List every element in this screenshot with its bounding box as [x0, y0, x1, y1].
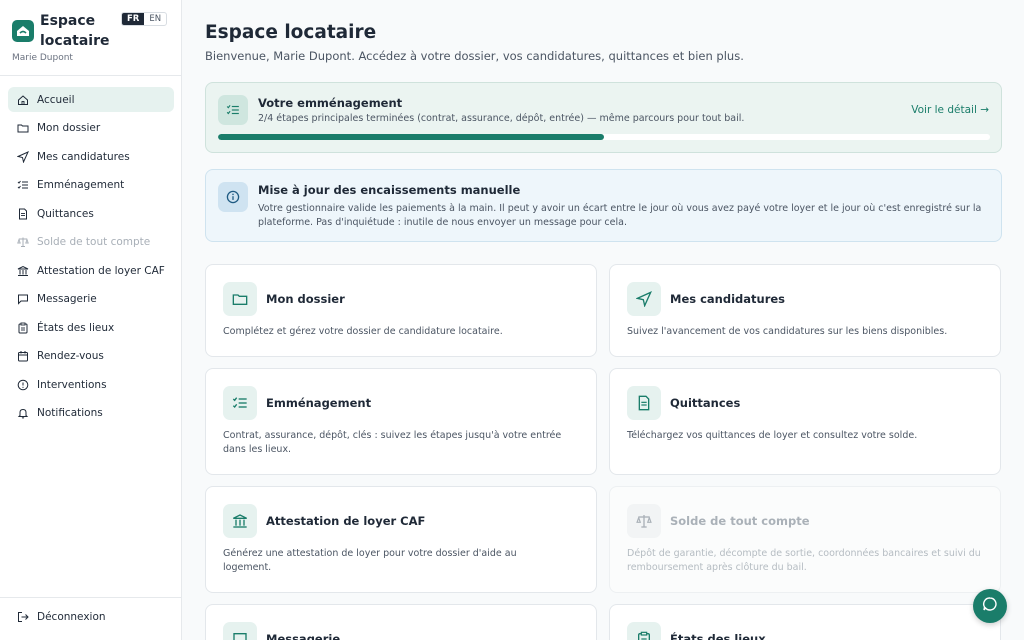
logout-button[interactable]: Déconnexion	[17, 611, 106, 623]
message-icon	[223, 622, 257, 640]
clipboard-icon	[627, 622, 661, 640]
tile-title: Solde de tout compte	[670, 514, 810, 528]
tile-attestation-caf[interactable]: Attestation de loyer CAF Générez une att…	[205, 486, 597, 593]
chat-bubble-icon	[982, 596, 998, 616]
user-name: Marie Dupont	[12, 53, 73, 63]
tile-description: Générez une attestation de loyer pour vo…	[223, 548, 517, 573]
send-icon	[17, 150, 29, 163]
sidebar-item-label: Attestation de loyer CAF	[37, 264, 165, 277]
tile-description: Dépôt de garantie, décompte de sortie, c…	[627, 548, 981, 573]
scale-icon	[627, 504, 661, 538]
sidebar-item-solde-de-tout-compte: Solde de tout compte	[8, 230, 174, 255]
sidebar-item-label: Solde de tout compte	[37, 236, 151, 248]
tile-title: Mes candidatures	[670, 292, 786, 306]
tile-mes-candidatures[interactable]: Mes candidatures Suivez l'avancement de …	[609, 264, 1001, 357]
logout-label: Déconnexion	[37, 611, 106, 623]
sidebar-item-label: Quittances	[37, 207, 94, 220]
sidebar-item-label: États des lieux	[37, 321, 115, 334]
tile-title: Messagerie	[266, 632, 341, 640]
tile-description: Complétez et gérez votre dossier de cand…	[223, 326, 503, 337]
tile-quittances[interactable]: Quittances Téléchargez vos quittances de…	[609, 368, 1001, 475]
moving-progress-card: Votre emménagement 2/4 étapes principale…	[205, 82, 1002, 153]
info-description: Votre gestionnaire valide les paiements …	[258, 203, 982, 228]
tile-emmenagement[interactable]: Emménagement Contrat, assurance, dépôt, …	[205, 368, 597, 475]
progress-description: 2/4 étapes principales terminées (contra…	[258, 113, 745, 124]
app-logo-icon	[12, 20, 34, 42]
folder-icon	[223, 282, 257, 316]
sidebar-item-label: Messagerie	[37, 293, 97, 305]
sidebar-item-label: Rendez-vous	[37, 350, 104, 362]
chat-button[interactable]	[973, 589, 1007, 623]
clipboard-icon	[17, 322, 29, 334]
checklist-icon	[218, 95, 248, 125]
home-icon	[17, 94, 29, 106]
document-icon	[627, 386, 661, 420]
tile-title: Attestation de loyer CAF	[266, 514, 426, 528]
payment-info-banner: Mise à jour des encaissements manuelle V…	[205, 169, 1002, 242]
lang-en-button[interactable]: EN	[144, 13, 166, 25]
view-details-link[interactable]: Voir le détail →	[911, 104, 989, 116]
tile-solde-de-tout-compte: Solde de tout compte Dépôt de garantie, …	[609, 486, 1001, 593]
tile-description: Contrat, assurance, dépôt, clés : suivez…	[223, 430, 562, 455]
sidebar-item-attestation-caf[interactable]: Attestation de loyer CAF	[8, 258, 174, 283]
page-subtitle: Bienvenue, Marie Dupont. Accédez à votre…	[205, 49, 744, 63]
scale-icon	[17, 236, 29, 248]
bell-icon	[17, 407, 29, 419]
sidebar-item-interventions[interactable]: Interventions	[8, 372, 174, 397]
document-icon	[17, 208, 29, 220]
info-title: Mise à jour des encaissements manuelle	[258, 183, 521, 197]
sidebar-nav: Accueil Mon dossier Mes candidatures Emm…	[8, 87, 174, 429]
app-name: Espace locataire	[40, 13, 110, 49]
progress-title: Votre emménagement	[258, 96, 403, 110]
tile-description: Téléchargez vos quittances de loyer et c…	[627, 430, 918, 441]
page-title: Espace locataire	[205, 22, 377, 43]
language-switcher: FR EN	[121, 12, 168, 26]
sidebar-item-etats-des-lieux[interactable]: États des lieux	[8, 315, 174, 340]
logout-icon	[17, 611, 29, 623]
main-content: Espace locataire Bienvenue, Marie Dupont…	[205, 0, 1002, 640]
sidebar-item-label: Mon dossier	[37, 122, 101, 134]
sidebar: Espace locataire Marie Dupont FR EN Accu…	[0, 0, 182, 640]
tile-title: Mon dossier	[266, 292, 345, 306]
tile-messagerie[interactable]: Messagerie	[205, 604, 597, 640]
send-icon	[627, 282, 661, 316]
calendar-icon	[17, 350, 29, 362]
bank-icon	[223, 504, 257, 538]
sidebar-item-messagerie[interactable]: Messagerie	[8, 287, 174, 312]
info-icon	[218, 182, 248, 212]
tile-mon-dossier[interactable]: Mon dossier Complétez et gérez votre dos…	[205, 264, 597, 357]
sidebar-item-accueil[interactable]: Accueil	[8, 87, 174, 112]
sidebar-item-mon-dossier[interactable]: Mon dossier	[8, 116, 174, 141]
sidebar-item-notifications[interactable]: Notifications	[8, 401, 174, 426]
sidebar-item-label: Mes candidatures	[37, 150, 130, 163]
progress-bar-fill	[218, 134, 604, 140]
sidebar-item-label: Interventions	[37, 378, 107, 391]
sidebar-item-emmenagement[interactable]: Emménagement	[8, 173, 174, 198]
progress-bar	[218, 134, 990, 140]
bank-icon	[17, 265, 29, 277]
sidebar-item-label: Notifications	[37, 407, 103, 419]
tile-title: Quittances	[670, 396, 741, 410]
sidebar-item-mes-candidatures[interactable]: Mes candidatures	[8, 144, 174, 169]
folder-icon	[17, 122, 29, 134]
sidebar-item-quittances[interactable]: Quittances	[8, 201, 174, 226]
checklist-icon	[223, 386, 257, 420]
tile-etats-des-lieux[interactable]: États des lieux	[609, 604, 1001, 640]
lang-fr-button[interactable]: FR	[122, 13, 145, 25]
checklist-icon	[17, 179, 29, 191]
alert-circle-icon	[17, 379, 29, 391]
sidebar-item-rendez-vous[interactable]: Rendez-vous	[8, 344, 174, 369]
tile-description: Suivez l'avancement de vos candidatures …	[627, 326, 948, 337]
tile-title: Emménagement	[266, 396, 372, 410]
sidebar-item-label: Emménagement	[37, 179, 125, 191]
message-icon	[17, 293, 29, 305]
sidebar-item-label: Accueil	[37, 93, 75, 106]
brand: Espace locataire Marie Dupont FR EN	[0, 0, 181, 76]
sidebar-footer: Déconnexion	[0, 597, 182, 623]
tile-title: États des lieux	[670, 632, 766, 640]
